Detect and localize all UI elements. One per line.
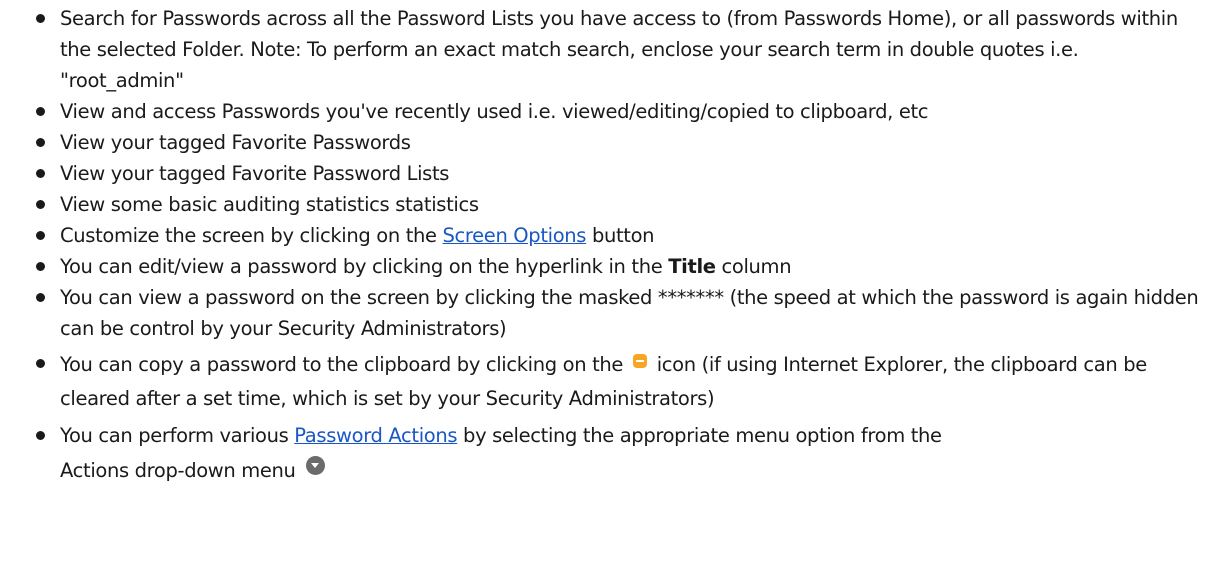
bullet xyxy=(36,107,45,116)
list-item-auditing: View some basic auditing statistics stat… xyxy=(36,189,1206,220)
bullet xyxy=(36,431,45,440)
bullet xyxy=(36,14,45,23)
password-actions-link[interactable]: Password Actions xyxy=(294,424,457,447)
list-item-actions: You can perform various Password Actions… xyxy=(36,420,1206,491)
bullet xyxy=(36,169,45,178)
list-item-text-before: Customize the screen by clicking on the xyxy=(60,224,443,247)
feature-list: Search for Passwords across all the Pass… xyxy=(36,3,1206,491)
list-item-text-after: by selecting the appropriate menu option… xyxy=(457,424,942,447)
list-item-text: View some basic auditing statistics stat… xyxy=(60,193,479,216)
list-item-text: View your tagged Favorite Password Lists xyxy=(60,162,450,185)
list-item-text: View and access Passwords you've recentl… xyxy=(60,100,929,123)
list-item-copy: You can copy a password to the clipboard… xyxy=(36,348,1206,416)
list-item-text-before: You can copy a password to the clipboard… xyxy=(60,353,629,376)
list-item-text-after: column xyxy=(715,255,792,278)
bullet xyxy=(36,231,45,240)
list-item-text: You can view a password on the screen by… xyxy=(60,286,1199,340)
list-item-favorite-passwords: View your tagged Favorite Passwords xyxy=(36,127,1206,158)
list-item-search: Search for Passwords across all the Pass… xyxy=(36,3,1206,96)
list-item-customize: Customize the screen by clicking on the … xyxy=(36,220,1206,251)
list-item-line2: Actions drop-down menu xyxy=(60,451,1206,491)
screen-options-link[interactable]: Screen Options xyxy=(443,224,587,247)
clipboard-copy-icon xyxy=(632,354,647,368)
list-item-recent: View and access Passwords you've recentl… xyxy=(36,96,1206,127)
title-column-label: Title xyxy=(668,255,716,278)
bullet xyxy=(36,293,45,302)
list-item-text-after: button xyxy=(586,224,655,247)
actions-dropdown-icon xyxy=(305,456,325,475)
bullet xyxy=(36,359,45,368)
actions-menu-label: Actions drop-down menu xyxy=(60,459,296,482)
list-item-text-before: You can perform various xyxy=(60,424,295,447)
bullet xyxy=(36,262,45,271)
list-item-view-masked: You can view a password on the screen by… xyxy=(36,282,1206,344)
bullet xyxy=(36,200,45,209)
bullet xyxy=(36,138,45,147)
list-item-text-before: You can edit/view a password by clicking… xyxy=(60,255,669,278)
list-item-text: View your tagged Favorite Passwords xyxy=(60,131,411,154)
list-item-edit-view: You can edit/view a password by clicking… xyxy=(36,251,1206,282)
list-item-text: Search for Passwords across all the Pass… xyxy=(60,7,1178,92)
list-item-favorite-lists: View your tagged Favorite Password Lists xyxy=(36,158,1206,189)
